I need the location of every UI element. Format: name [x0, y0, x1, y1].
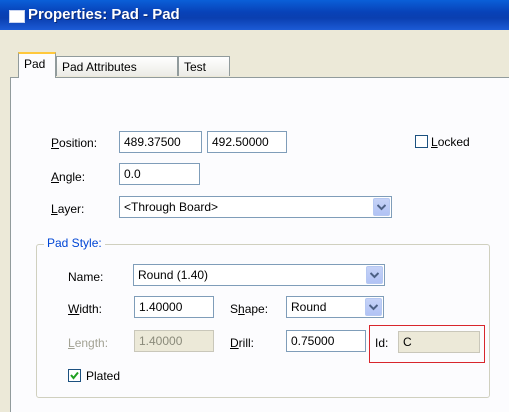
- angle-label: Angle:: [51, 170, 86, 184]
- chevron-down-icon[interactable]: [365, 298, 382, 316]
- id-input: C: [398, 331, 480, 353]
- pad-name-select[interactable]: Round (1.40): [133, 264, 385, 286]
- position-label: Position:: [51, 136, 98, 150]
- drill-label: Drill:: [230, 336, 254, 350]
- chevron-down-icon[interactable]: [366, 266, 383, 284]
- layer-select-value: <Through Board>: [124, 200, 219, 214]
- name-label: Name:: [68, 270, 104, 284]
- window-icon: [9, 10, 25, 23]
- shape-select[interactable]: Round: [286, 296, 384, 318]
- tab-pad-attributes[interactable]: Pad Attributes: [56, 56, 178, 76]
- pad-name-value: Round (1.40): [138, 268, 209, 282]
- plated-checkbox[interactable]: [68, 369, 81, 382]
- drill-input[interactable]: 0.75000: [286, 330, 366, 352]
- length-input: 1.40000: [134, 330, 214, 352]
- pad-style-title: Pad Style:: [44, 236, 105, 250]
- title-bar: Properties: Pad - Pad: [0, 0, 509, 30]
- shape-label: Shape:: [230, 302, 269, 316]
- plated-label: Plated: [86, 369, 121, 383]
- width-label: Width:: [68, 302, 103, 316]
- width-input[interactable]: 1.40000: [134, 296, 214, 318]
- window-title: Properties: Pad - Pad: [28, 6, 180, 23]
- checkmark-icon: [70, 371, 79, 380]
- angle-input[interactable]: 0.0: [119, 163, 200, 185]
- shape-value: Round: [291, 300, 327, 314]
- locked-label: Locked: [431, 135, 470, 149]
- position-x-input[interactable]: 489.37500: [119, 131, 202, 153]
- position-y-input[interactable]: 492.50000: [207, 131, 287, 153]
- tab-pad[interactable]: Pad: [18, 52, 56, 78]
- layer-label: Layer:: [51, 202, 85, 216]
- layer-select[interactable]: <Through Board>: [119, 196, 392, 218]
- id-label: Id:: [375, 336, 389, 350]
- length-label: Length:: [68, 336, 109, 350]
- chevron-down-icon[interactable]: [373, 198, 390, 216]
- locked-checkbox[interactable]: [415, 135, 428, 148]
- tab-test[interactable]: Test: [178, 56, 230, 76]
